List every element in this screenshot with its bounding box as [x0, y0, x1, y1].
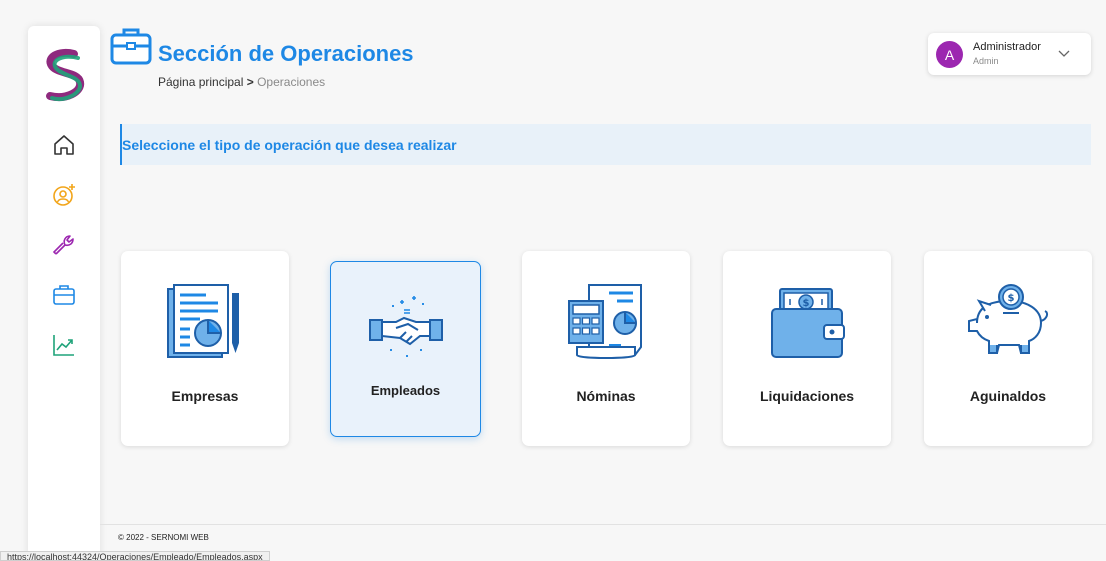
card-label: Empresas — [171, 388, 239, 404]
card-empresas[interactable]: Empresas — [121, 251, 289, 446]
banner-text: Seleccione el tipo de operación que dese… — [122, 137, 457, 153]
briefcase-header-icon — [110, 28, 152, 65]
card-aguinaldos[interactable]: $ Aguinaldos — [924, 251, 1092, 446]
briefcase-icon[interactable] — [50, 281, 78, 309]
card-label: Nóminas — [576, 388, 636, 404]
card-label: Aguinaldos — [969, 388, 1047, 404]
card-label: Empleados — [370, 383, 441, 398]
document-chart-icon — [167, 284, 239, 358]
user-menu[interactable]: A Administrador Admin — [928, 33, 1091, 75]
instruction-banner: Seleccione el tipo de operación que dese… — [120, 124, 1091, 165]
breadcrumb: Página principal > Operaciones — [158, 75, 325, 89]
page-title: Sección de Operaciones — [158, 41, 414, 66]
footer-divider — [100, 524, 1106, 525]
card-liquidaciones[interactable]: $ Liquidaciones — [723, 251, 891, 446]
piggy-bank-icon: $ — [968, 284, 1049, 354]
breadcrumb-home[interactable]: Página principal — [158, 75, 243, 89]
wrench-icon[interactable] — [50, 231, 78, 259]
logo-icon[interactable] — [40, 48, 88, 106]
app-window: Sección de Operaciones Página principal … — [0, 0, 1106, 561]
footer-text: © 2022 - SERNOMI WEB — [118, 533, 209, 542]
card-nominas[interactable]: Nóminas — [522, 251, 690, 446]
chart-line-icon[interactable] — [50, 331, 78, 359]
svg-text:$: $ — [1008, 293, 1015, 304]
avatar: A — [936, 41, 963, 68]
handshake-icon — [368, 296, 443, 357]
sidebar — [28, 26, 100, 561]
breadcrumb-current: Operaciones — [257, 75, 326, 89]
user-role: Admin — [973, 56, 999, 66]
card-label: Liquidaciones — [759, 388, 855, 404]
wallet-icon: $ — [771, 288, 845, 358]
calculator-report-icon — [568, 284, 642, 359]
user-name: Administrador — [973, 41, 1041, 53]
user-add-icon[interactable] — [50, 181, 78, 209]
status-bar-url: https://localhost:44324/Operaciones/Empl… — [0, 551, 270, 561]
breadcrumb-separator: > — [246, 75, 254, 89]
svg-text:$: $ — [803, 298, 810, 309]
chevron-down-icon[interactable] — [1057, 47, 1071, 61]
card-empleados[interactable]: Empleados — [330, 261, 481, 437]
home-icon[interactable] — [50, 131, 78, 159]
